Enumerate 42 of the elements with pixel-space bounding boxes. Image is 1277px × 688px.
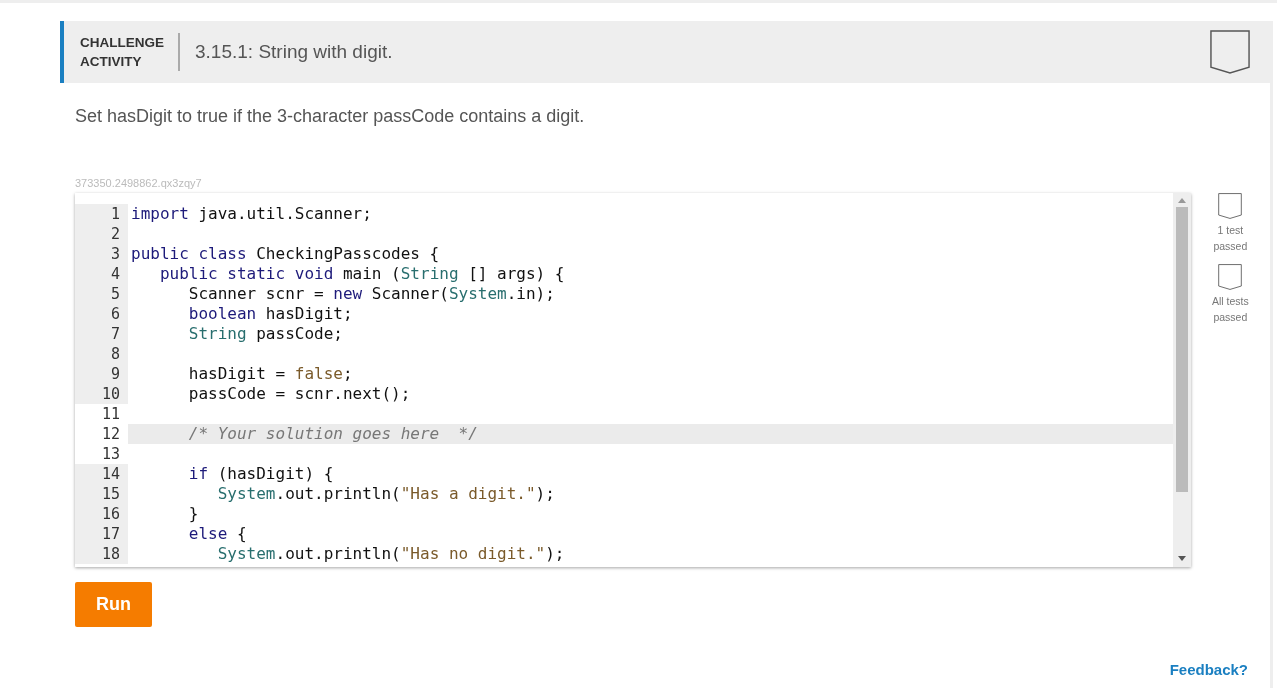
line-number: 6	[75, 304, 128, 324]
line-number: 4	[75, 264, 128, 284]
line-number: 14	[75, 464, 128, 484]
scroll-down-icon[interactable]	[1177, 556, 1186, 561]
code-line: System.out.println("Has a digit.");	[216, 484, 556, 504]
code-line: public class CheckingPasscodes {	[130, 244, 441, 264]
feedback-link[interactable]: Feedback?	[1169, 661, 1248, 678]
line-number: 16	[75, 504, 128, 524]
code-line: hasDigit = false;	[187, 364, 354, 384]
line-number: 2	[75, 224, 128, 244]
line-number: 18	[75, 544, 128, 564]
scrollbar[interactable]	[1172, 193, 1191, 567]
code-line: public static void main (String [] args) {	[158, 264, 566, 284]
test-status-text: All tests passed	[1211, 294, 1249, 325]
line-number: 1	[75, 204, 128, 224]
line-number: 17	[75, 524, 128, 544]
activity-label: CHALLENGE ACTIVITY	[80, 33, 180, 71]
scrollbar-thumb[interactable]	[1175, 207, 1188, 492]
line-number: 8	[75, 344, 128, 364]
code-line: Scanner scnr = new Scanner(System.in);	[187, 284, 556, 304]
activity-id: 373350.2498862.qx3zqy7	[75, 177, 203, 189]
line-number: 9	[75, 364, 128, 384]
line-number: 5	[75, 284, 128, 304]
code-line: System.out.println("Has no digit.");	[216, 544, 566, 564]
completion-badge-icon	[1210, 29, 1250, 75]
code-line: passCode = scnr.next();	[187, 384, 412, 404]
scroll-up-icon[interactable]	[1177, 198, 1186, 203]
code-line: import java.util.Scanner;	[130, 204, 373, 224]
test-status-text: 1 test passed	[1213, 223, 1248, 254]
activity-title: 3.15.1: String with digit.	[195, 41, 394, 63]
line-number: 3	[75, 244, 128, 264]
code-line: if (hasDigit) {	[187, 464, 335, 484]
line-number: 7	[75, 324, 128, 344]
code-line: else {	[187, 524, 248, 544]
code-editor[interactable]	[75, 193, 1191, 567]
code-line: }	[187, 504, 200, 524]
code-line: boolean hasDigit;	[187, 304, 354, 324]
instructions-text: Set hasDigit to true if the 3-character passCode contains a digit.	[75, 106, 586, 127]
code-line: String passCode;	[187, 324, 344, 344]
run-button[interactable]: Run	[75, 582, 152, 627]
line-number: 10	[75, 384, 128, 404]
line-number: 15	[75, 484, 128, 504]
